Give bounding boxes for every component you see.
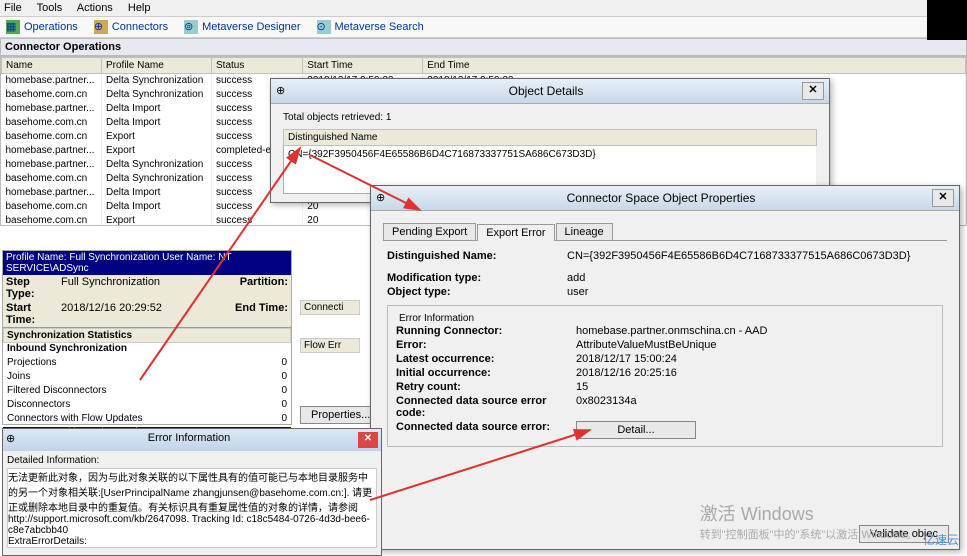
tab-export-error[interactable]: Export Error — [477, 224, 554, 241]
latest-value: 2018/12/17 15:00:24 — [576, 353, 934, 365]
operations-icon: ▦ — [6, 20, 20, 34]
cspo-title: Connector Space Object Properties — [390, 191, 932, 205]
menu-help[interactable]: Help — [128, 2, 151, 14]
rc-value: homebase.partner.onmschina.cn - AAD — [576, 325, 934, 337]
stat-row[interactable]: Filtered Disconnectors0 — [3, 385, 291, 399]
error-info-title: Error Information — [20, 432, 358, 448]
error-info-fieldset: Error Information Running Connector:home… — [387, 305, 943, 447]
dn-value[interactable]: CN={392F3950456F4E65586B6D4C716873337751… — [284, 146, 817, 164]
tb-connectors[interactable]: ⊕Connectors — [94, 20, 168, 34]
objtype-value: user — [567, 286, 943, 298]
mvdesigner-icon: ⊚ — [184, 20, 198, 34]
black-corner — [927, 0, 967, 40]
col-end[interactable]: End Time — [423, 58, 966, 74]
cspo-dialog: ⊕ Connector Space Object Properties ✕ Pe… — [370, 185, 960, 550]
app-icon: ⊕ — [6, 432, 20, 446]
menu-actions[interactable]: Actions — [77, 2, 113, 14]
err-value: AttributeValueMustBeUnique — [576, 339, 934, 351]
connectors-icon: ⊕ — [94, 20, 108, 34]
tab-pending-export[interactable]: Pending Export — [383, 223, 476, 240]
error-detail-text[interactable] — [7, 468, 377, 548]
start-time-label: Start Time: — [6, 302, 61, 326]
cdsec-label: Connected data source error code: — [396, 395, 576, 419]
app-icon: ⊕ — [276, 84, 290, 98]
retry-label: Retry count: — [396, 381, 576, 393]
start-time-value: 2018/12/16 20:29:52 — [61, 302, 235, 326]
initial-value: 2018/12/16 20:25:16 — [576, 367, 934, 379]
error-info-dialog: ⊕ Error Information ✕ Detailed Informati… — [2, 428, 382, 556]
col-start[interactable]: Start Time — [303, 58, 423, 74]
latest-label: Latest occurrence: — [396, 353, 576, 365]
windows-activation-watermark: 激活 Windows 转到"控制面板"中的"系统"以激活 Windows。 — [700, 500, 917, 542]
object-details-title: Object Details — [290, 84, 802, 98]
tab-lineage[interactable]: Lineage — [556, 223, 613, 240]
dn-header[interactable]: Distinguished Name — [284, 130, 817, 146]
sync-stats-header: Synchronization Statistics — [3, 328, 291, 343]
menu-tools[interactable]: Tools — [37, 2, 63, 14]
modtype-label: Modification type: — [387, 272, 567, 284]
close-icon[interactable]: ✕ — [802, 82, 824, 100]
objtype-label: Object type: — [387, 286, 567, 298]
close-icon[interactable]: ✕ — [358, 432, 378, 448]
toolbar: ▦Operations ⊕Connectors ⊚Metaverse Desig… — [0, 17, 967, 38]
stat-row[interactable]: Joins0 — [3, 371, 291, 385]
connecti-label: Connecti — [300, 300, 360, 315]
tb-operations[interactable]: ▦Operations — [6, 20, 78, 34]
stat-row[interactable]: Inbound Synchronization — [3, 343, 291, 357]
end-time-label: End Time: — [235, 302, 288, 326]
cdsec-value: 0x8023134a — [576, 395, 934, 419]
stat-row[interactable]: Projections0 — [3, 357, 291, 371]
dn-label: Distinguished Name: — [387, 250, 567, 262]
col-profile[interactable]: Profile Name — [102, 58, 212, 74]
partition-label: Partition: — [240, 276, 288, 300]
close-icon[interactable]: ✕ — [932, 189, 954, 207]
retry-value: 15 — [576, 381, 934, 393]
yisu-watermark: 亿速云 — [919, 529, 963, 550]
tb-mvsearch[interactable]: ⊙Metaverse Search — [317, 20, 424, 34]
flowerr-label: Flow Err — [300, 338, 360, 353]
mvsearch-icon: ⊙ — [317, 20, 331, 34]
section-header: Connector Operations — [0, 38, 967, 56]
stat-row[interactable]: Connectors with Flow Updates0 — [3, 413, 291, 427]
col-status[interactable]: Status — [212, 58, 303, 74]
step-type-value: Full Synchronization — [61, 276, 240, 300]
app-icon: ⊕ — [376, 191, 390, 205]
cspo-tabs: Pending Export Export Error Lineage — [383, 223, 947, 241]
menubar: File Tools Actions Help — [0, 0, 967, 17]
total-objects: Total objects retrieved: 1 — [283, 112, 817, 123]
detailed-label: Detailed Information: — [7, 455, 377, 466]
dn-value: CN={392F3950456F4E65586B6D4C716873337751… — [567, 250, 943, 262]
err-label: Error: — [396, 339, 576, 351]
tb-mvdesigner[interactable]: ⊚Metaverse Designer — [184, 20, 300, 34]
menu-file[interactable]: File — [4, 2, 22, 14]
detail-button[interactable]: Detail... — [576, 421, 696, 439]
col-name[interactable]: Name — [2, 58, 102, 74]
error-info-legend: Error Information — [396, 313, 477, 324]
cdse-label: Connected data source error: — [396, 421, 576, 439]
rc-label: Running Connector: — [396, 325, 576, 337]
modtype-value: add — [567, 272, 943, 284]
initial-label: Initial occurrence: — [396, 367, 576, 379]
step-type-label: Step Type: — [6, 276, 61, 300]
profile-info-bar: Profile Name: Full Synchronization User … — [3, 251, 291, 275]
stat-row[interactable]: Disconnectors0 — [3, 399, 291, 413]
